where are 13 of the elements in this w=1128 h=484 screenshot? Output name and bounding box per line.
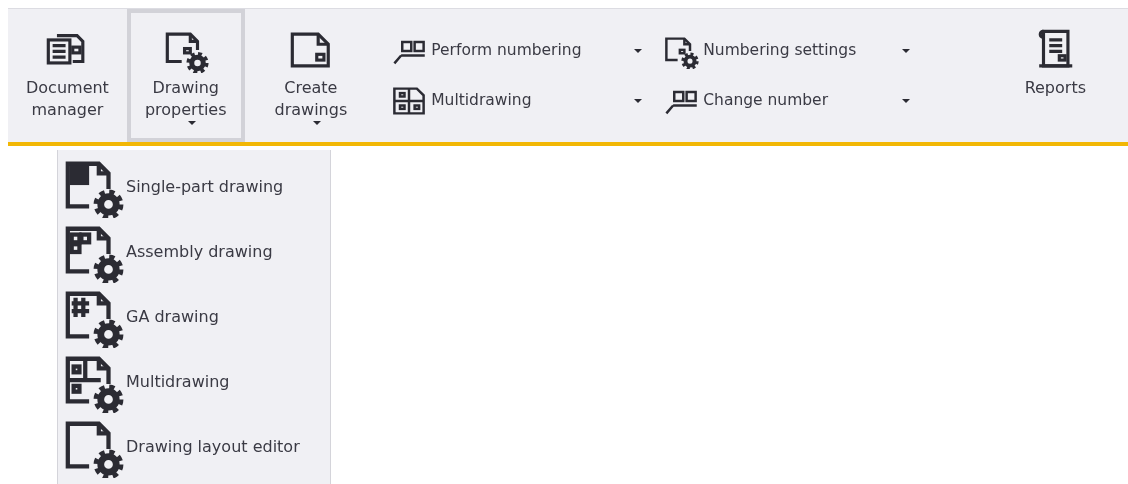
ribbon-button[interactable]: Perform numbering	[387, 30, 648, 71]
menu-item[interactable]: GA drawing	[62, 284, 330, 349]
ribbon-button[interactable]: Numbering settings	[659, 30, 916, 71]
menu-item[interactable]: Multidrawing	[62, 349, 330, 414]
menu-item[interactable]: Single-part drawing	[62, 154, 330, 219]
ribbon-button[interactable]: Document manager	[8, 9, 127, 142]
menu-item[interactable]: Drawing layout editor	[62, 414, 330, 479]
ribbon-button[interactable]: Multidrawing	[387, 80, 648, 121]
menu-item[interactable]: Assembly drawing	[62, 219, 330, 284]
ribbon-button[interactable]: Reports	[1006, 9, 1104, 142]
ribbon-button[interactable]: Create drawings	[256, 9, 366, 142]
ribbon-button[interactable]: Drawing properties	[126, 9, 245, 142]
ribbon-button[interactable]: Change number	[659, 80, 916, 121]
